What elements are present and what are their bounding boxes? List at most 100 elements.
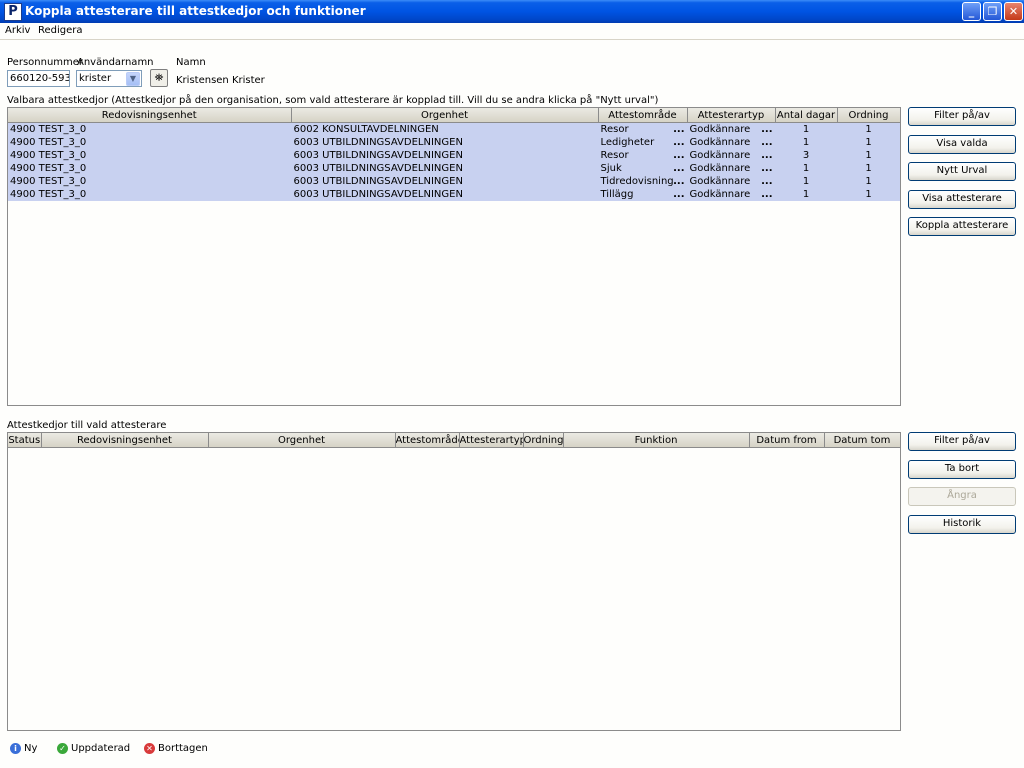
cell-attesterartyp[interactable]: ... Godkännare <box>687 175 776 188</box>
cell-ordning: 1 <box>837 122 900 136</box>
table-row[interactable]: 4900 TEST_3_0 6003 UTBILDNINGSAVDELNINGE… <box>8 136 900 149</box>
anvandarnamn-value: krister <box>79 73 112 84</box>
legend-borttagen: Borttagen <box>158 743 208 754</box>
cell-attesterartyp[interactable]: ... Godkännare <box>687 122 776 136</box>
col-antal-dagar[interactable]: Antal dagar <box>774 108 838 123</box>
col-datum-from[interactable]: Datum from <box>748 433 825 448</box>
nytt-urval-button[interactable]: Nytt Urval <box>908 162 1016 181</box>
ellipsis-icon[interactable]: ... <box>673 163 684 174</box>
cell-orgenhet: 6003 UTBILDNINGSAVDELNINGEN <box>291 162 599 175</box>
app-icon: P <box>4 3 22 21</box>
valbara-label: Valbara attestkedjor (Attestkedjor på de… <box>7 95 659 106</box>
personnummer-label: Personnummer <box>7 57 84 68</box>
cell-orgenhet: 6003 UTBILDNINGSAVDELNINGEN <box>291 149 599 162</box>
cell-antal-dagar: 1 <box>775 175 838 188</box>
legend-uppdaterad: Uppdaterad <box>71 743 131 754</box>
cell-ordning: 1 <box>837 188 900 201</box>
table-row[interactable]: 4900 TEST_3_0 6003 UTBILDNINGSAVDELNINGE… <box>8 162 900 175</box>
cell-redovisningsenhet: 4900 TEST_3_0 <box>8 188 292 201</box>
check-icon: ✓ <box>57 743 68 754</box>
historik-button[interactable]: Historik <box>908 515 1016 534</box>
binoculars-icon[interactable]: ⛯ <box>150 69 168 87</box>
menu-redigera[interactable]: Redigera <box>38 25 83 36</box>
window-title: Koppla attesterare till attestkedjor och… <box>25 4 366 18</box>
col-status[interactable]: Status <box>8 433 42 448</box>
cell-redovisningsenhet: 4900 TEST_3_0 <box>8 162 292 175</box>
legend-ny: Ny <box>24 743 38 754</box>
ellipsis-icon[interactable]: ... <box>761 124 772 135</box>
col-datum-tom[interactable]: Datum tom <box>823 433 900 448</box>
cell-attesterartyp[interactable]: ... Godkännare <box>687 188 776 201</box>
anvandarnamn-select[interactable]: krister ▼ <box>76 70 142 87</box>
namn-label: Namn <box>176 57 206 68</box>
personnummer-field[interactable]: 660120-5930 <box>7 70 70 87</box>
ellipsis-icon[interactable]: ... <box>673 150 684 161</box>
cell-orgenhet: 6002 KONSULTAVDELNINGEN <box>291 122 599 136</box>
cell-attestomrade[interactable]: ... Ledigheter <box>598 136 688 149</box>
angra-button[interactable]: Ångra <box>908 487 1016 506</box>
filter-toggle-button[interactable]: Filter på/av <box>908 107 1016 126</box>
cell-orgenhet: 6003 UTBILDNINGSAVDELNINGEN <box>291 188 599 201</box>
menu-bar: Arkiv Redigera <box>0 23 1024 40</box>
namn-value: Kristensen Krister <box>176 75 265 86</box>
table-row[interactable]: 4900 TEST_3_0 6002 KONSULTAVDELNINGEN ..… <box>8 122 900 136</box>
col-attesterartyp[interactable]: Attesterartyp <box>686 108 776 123</box>
col-orgenhet[interactable]: Orgenhet <box>290 108 599 123</box>
table-row[interactable]: 4900 TEST_3_0 6003 UTBILDNINGSAVDELNINGE… <box>8 175 900 188</box>
col-ordning[interactable]: Ordning <box>836 108 900 123</box>
cell-ordning: 1 <box>837 175 900 188</box>
cell-redovisningsenhet: 4900 TEST_3_0 <box>8 149 292 162</box>
minimize-button[interactable]: _ <box>962 2 981 21</box>
col-redovisningsenhet[interactable]: Redovisningsenhet <box>40 433 209 448</box>
info-icon: i <box>10 743 21 754</box>
ellipsis-icon[interactable]: ... <box>673 124 684 135</box>
ellipsis-icon[interactable]: ... <box>761 137 772 148</box>
cell-antal-dagar: 1 <box>775 188 838 201</box>
cell-orgenhet: 6003 UTBILDNINGSAVDELNINGEN <box>291 175 599 188</box>
ellipsis-icon[interactable]: ... <box>673 176 684 187</box>
table-row[interactable]: 4900 TEST_3_0 6003 UTBILDNINGSAVDELNINGE… <box>8 188 900 201</box>
vald-attesterare-grid[interactable]: Status Redovisningsenhet Orgenhet Attest… <box>7 432 901 731</box>
ellipsis-icon[interactable]: ... <box>673 137 684 148</box>
cell-attesterartyp[interactable]: ... Godkännare <box>687 149 776 162</box>
visa-attesterare-button[interactable]: Visa attesterare <box>908 190 1016 209</box>
cell-attestomrade[interactable]: ... Resor <box>598 149 688 162</box>
cell-orgenhet: 6003 UTBILDNINGSAVDELNINGEN <box>291 136 599 149</box>
ellipsis-icon[interactable]: ... <box>761 189 772 200</box>
cell-ordning: 1 <box>837 149 900 162</box>
cell-antal-dagar: 3 <box>775 149 838 162</box>
col-funktion[interactable]: Funktion <box>562 433 750 448</box>
filter-toggle-button-bottom[interactable]: Filter på/av <box>908 432 1016 451</box>
cell-ordning: 1 <box>837 162 900 175</box>
cell-attestomrade[interactable]: ... Tidredovisning <box>598 175 688 188</box>
col-attestomrade[interactable]: Attestområde <box>394 433 460 448</box>
menu-arkiv[interactable]: Arkiv <box>5 25 30 36</box>
restore-button[interactable]: ❐ <box>983 2 1002 21</box>
cell-redovisningsenhet: 4900 TEST_3_0 <box>8 122 292 136</box>
cell-redovisningsenhet: 4900 TEST_3_0 <box>8 136 292 149</box>
koppla-attesterare-button[interactable]: Koppla attesterare <box>908 217 1016 236</box>
col-ordning[interactable]: Ordning <box>522 433 564 448</box>
ellipsis-icon[interactable]: ... <box>761 176 772 187</box>
visa-valda-button[interactable]: Visa valda <box>908 135 1016 154</box>
table-row[interactable]: 4900 TEST_3_0 6003 UTBILDNINGSAVDELNINGE… <box>8 149 900 162</box>
cell-attesterartyp[interactable]: ... Godkännare <box>687 136 776 149</box>
ta-bort-button[interactable]: Ta bort <box>908 460 1016 479</box>
col-attesterartyp[interactable]: Attesterartyp <box>458 433 524 448</box>
close-button[interactable]: ✕ <box>1004 2 1023 21</box>
cell-antal-dagar: 1 <box>775 162 838 175</box>
cell-attestomrade[interactable]: ... Resor <box>598 122 688 136</box>
cell-attestomrade[interactable]: ... Tillägg <box>598 188 688 201</box>
ellipsis-icon[interactable]: ... <box>761 150 772 161</box>
col-attestomrade[interactable]: Attestområde <box>597 108 688 123</box>
cell-attesterartyp[interactable]: ... Godkännare <box>687 162 776 175</box>
cell-antal-dagar: 1 <box>775 122 838 136</box>
col-redovisningsenhet[interactable]: Redovisningsenhet <box>8 108 292 123</box>
title-bar: P Koppla attesterare till attestkedjor o… <box>0 0 1024 23</box>
cell-attestomrade[interactable]: ... Sjuk <box>598 162 688 175</box>
ellipsis-icon[interactable]: ... <box>673 189 684 200</box>
valbara-grid[interactable]: Redovisningsenhet Orgenhet Attestområde … <box>7 107 901 406</box>
col-orgenhet[interactable]: Orgenhet <box>207 433 396 448</box>
chevron-down-icon[interactable]: ▼ <box>126 72 140 86</box>
ellipsis-icon[interactable]: ... <box>761 163 772 174</box>
